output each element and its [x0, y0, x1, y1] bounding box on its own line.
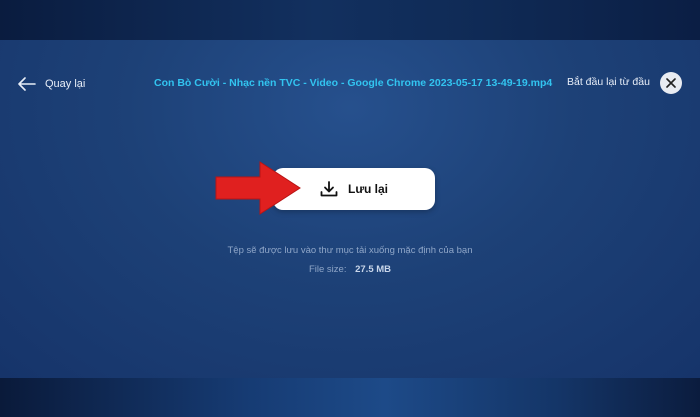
red-arrow-icon	[212, 158, 304, 223]
file-size-value: 27.5 MB	[355, 264, 392, 275]
close-button[interactable]	[660, 72, 682, 94]
download-icon	[320, 181, 338, 197]
back-label: Quay lại	[45, 78, 86, 90]
close-icon	[666, 78, 676, 88]
save-info-text: Tệp sẽ được lưu vào thư mục tải xuống mặ…	[227, 245, 473, 256]
save-label: Lưu lại	[347, 182, 389, 196]
file-size-label: File size:	[308, 264, 347, 275]
top-background-band	[0, 0, 700, 40]
bottom-background-band	[0, 378, 700, 417]
download-panel: Quay lại Con Bò Cười - Nhạc nền TVC - Vi…	[0, 40, 700, 378]
back-button[interactable]: Quay lại	[18, 74, 85, 94]
arrow-left-icon	[18, 77, 36, 91]
file-title: Con Bò Cười - Nhạc nền TVC - Video - Goo…	[154, 77, 553, 89]
restart-button[interactable]: Bắt đầu lại từ đầu	[567, 76, 650, 88]
file-size-line: File size: 27.5 MB	[0, 264, 700, 275]
panel-header: Quay lại Con Bò Cười - Nhạc nền TVC - Vi…	[0, 70, 700, 98]
